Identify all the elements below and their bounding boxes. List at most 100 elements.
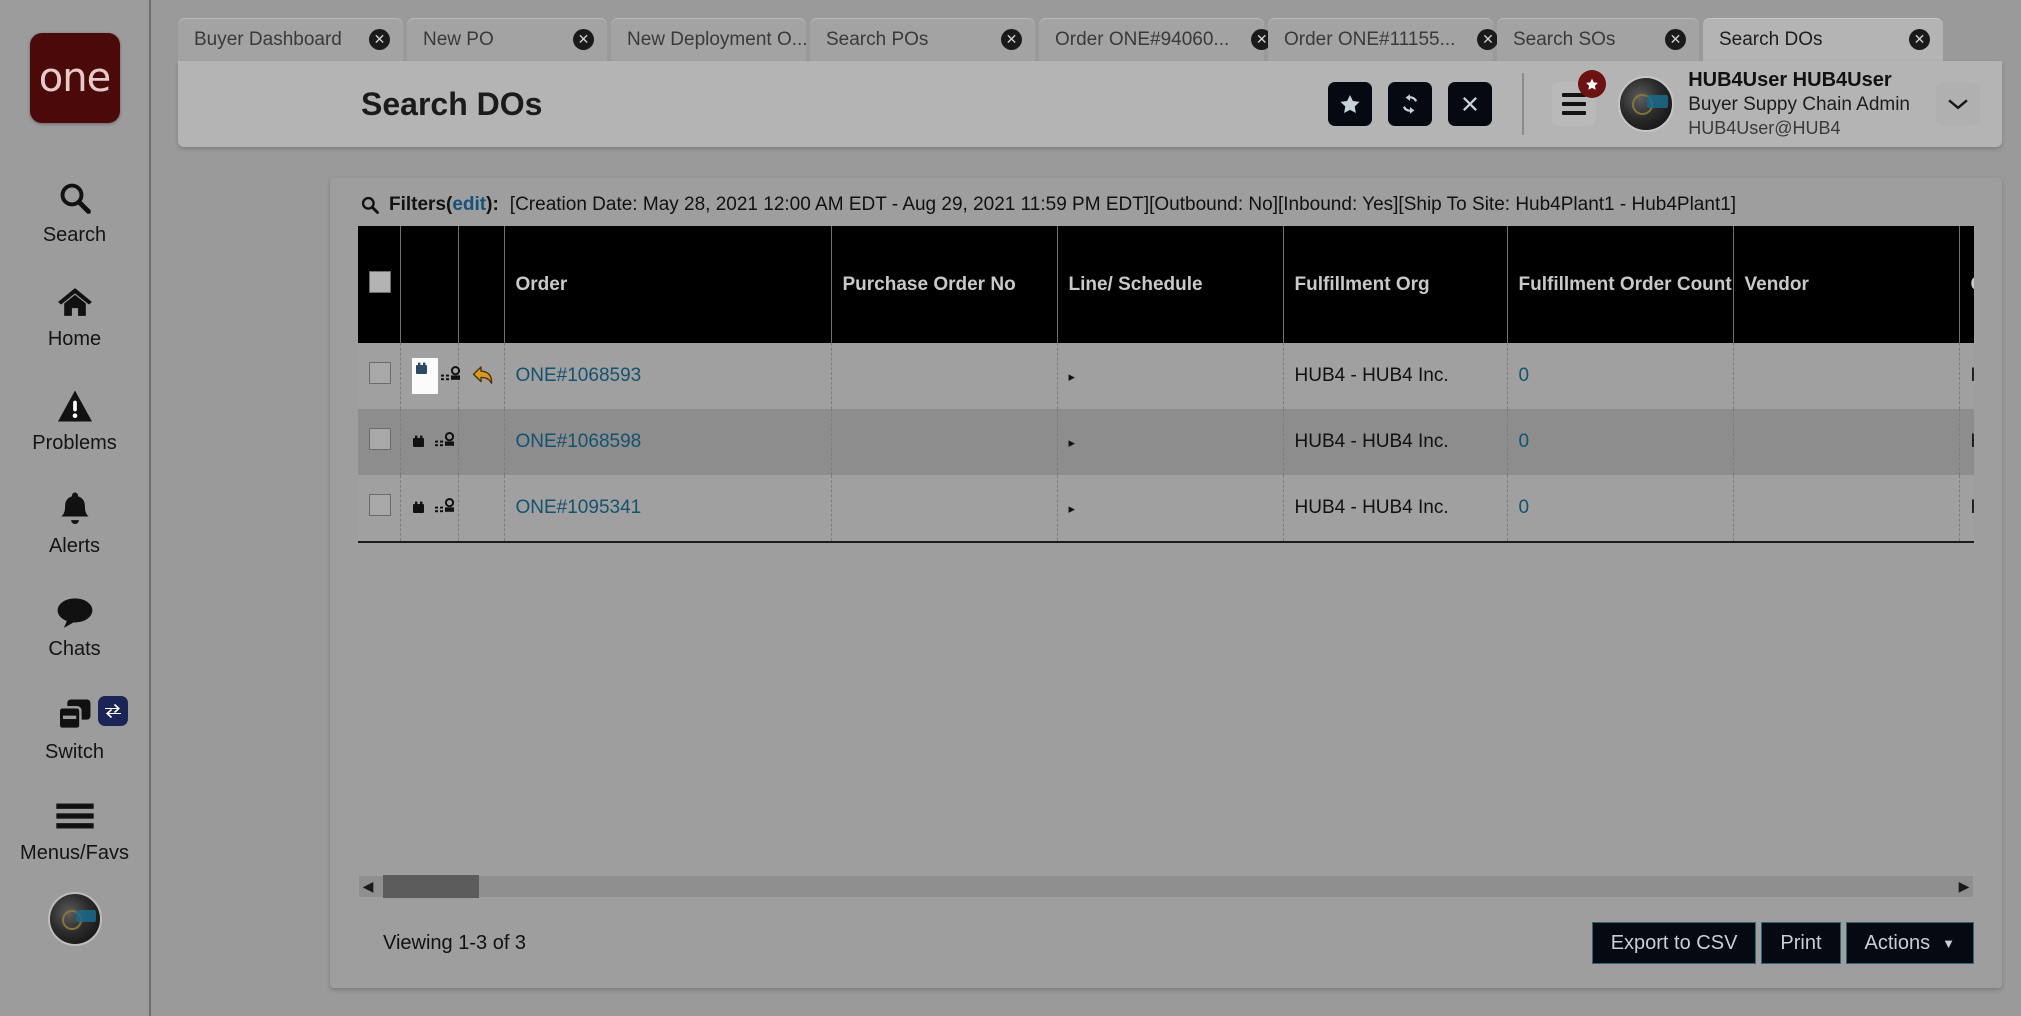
header-actions: HUB4User HUB4User Buyer Suppy Chain Admi… [1328, 68, 2002, 141]
col-order[interactable]: Order [504, 226, 832, 343]
header-divider [1522, 73, 1525, 135]
filters-edit-link[interactable]: edit [452, 194, 486, 216]
col-line-schedule[interactable]: Line/ Schedule [1057, 226, 1284, 343]
row-select-cell[interactable] [358, 343, 401, 409]
star-icon [1339, 94, 1361, 115]
shipment-icon[interactable] [412, 433, 432, 451]
expand-triangle-icon[interactable]: ▸ [1069, 369, 1076, 384]
tab-label: Order ONE#94060... [1055, 28, 1230, 50]
cell-fulfillment-order-count[interactable]: 0 [1507, 343, 1734, 409]
close-button[interactable] [1448, 82, 1493, 126]
table-row[interactable]: ONE#1095341 ▸ HUB4 - HUB4 Inc. 0 HUB4 - … [358, 475, 1974, 541]
col-fulfillment-order-count[interactable]: Fulfillment Order Count [1507, 226, 1734, 343]
page-title: Search DOs [361, 85, 543, 122]
table-bottom-rule [358, 541, 1974, 543]
swap-arrows-icon[interactable] [98, 696, 128, 726]
avatar[interactable] [1618, 76, 1675, 132]
scroll-left-arrow-icon[interactable]: ◀ [359, 878, 377, 895]
row-checkbox[interactable] [369, 494, 391, 516]
tab-label: New PO [423, 28, 494, 50]
scrollbar-thumb[interactable] [383, 875, 479, 898]
tab-new-deployment-order[interactable]: New Deployment O... ✕ [611, 18, 851, 61]
results-table: Order Purchase Order No Line/ Schedule F… [358, 226, 1974, 541]
col-purchase-order-no[interactable]: Purchase Order No [831, 226, 1058, 343]
sidebar-item-switch[interactable]: Switch [0, 692, 150, 763]
order-link[interactable]: ONE#1068593 [516, 365, 642, 386]
export-to-csv-button[interactable]: Export to CSV [1591, 922, 1757, 964]
refresh-button[interactable] [1388, 82, 1433, 126]
cell-fulfillment-order-count[interactable]: 0 [1507, 409, 1734, 475]
scrollbar-track[interactable] [377, 875, 1955, 898]
select-all-checkbox[interactable] [369, 270, 391, 293]
tab-label: New Deployment O... [627, 28, 808, 50]
shipment-icon[interactable] [412, 499, 432, 517]
horizontal-scrollbar[interactable]: ◀ ▶ [358, 875, 1974, 898]
shipment-icon[interactable] [411, 358, 438, 394]
sidebar-item-problems[interactable]: Problems [0, 383, 150, 454]
sidebar-item-chats[interactable]: Chats [0, 589, 150, 660]
expand-triangle-icon[interactable]: ▸ [1069, 501, 1076, 516]
favorite-button[interactable] [1328, 82, 1373, 126]
tab-buyer-dashboard[interactable]: Buyer Dashboard ✕ [178, 18, 403, 61]
tab-search-sos[interactable]: Search SOs ✕ [1497, 18, 1699, 61]
col-fulfillment-org[interactable]: Fulfillment Org [1283, 226, 1508, 343]
tab-close-icon[interactable]: ✕ [1001, 29, 1022, 50]
cell-line-schedule[interactable]: ▸ [1057, 343, 1284, 409]
order-link[interactable]: ONE#1068598 [516, 431, 642, 452]
col-customer[interactable]: Customer [1959, 226, 1974, 343]
user-info: HUB4User HUB4User Buyer Suppy Chain Admi… [1688, 68, 1910, 141]
scroll-right-arrow-icon[interactable]: ▶ [1955, 878, 1973, 895]
order-link[interactable]: ONE#1095341 [516, 497, 642, 518]
details-icon[interactable] [434, 498, 456, 518]
row-select-cell[interactable] [358, 409, 401, 475]
cell-order[interactable]: ONE#1068593 [504, 343, 832, 409]
cell-fulfillment-order-count[interactable]: 0 [1507, 475, 1734, 541]
tab-order-one-94060[interactable]: Order ONE#94060... ✕ [1039, 18, 1273, 61]
row-checkbox[interactable] [369, 362, 391, 384]
row-icons-cell[interactable] [400, 409, 459, 475]
row-checkbox[interactable] [369, 428, 391, 450]
row-flag-cell[interactable] [458, 343, 505, 409]
tab-search-pos[interactable]: Search POs ✕ [810, 18, 1035, 61]
expand-triangle-icon[interactable]: ▸ [1069, 435, 1076, 450]
sidebar-item-home[interactable]: Home [0, 279, 150, 350]
tab-bar: Buyer Dashboard ✕ New PO ✕ New Deploymen… [178, 18, 2021, 61]
tab-order-one-11155[interactable]: Order ONE#11155... ✕ [1268, 18, 1499, 61]
tab-close-icon[interactable]: ✕ [369, 29, 390, 50]
cell-line-schedule[interactable]: ▸ [1057, 409, 1284, 475]
cell-order[interactable]: ONE#1095341 [504, 475, 832, 541]
col-select-all[interactable] [358, 226, 401, 343]
sidebar-item-search[interactable]: Search [0, 175, 150, 246]
tab-search-dos[interactable]: Search DOs ✕ [1703, 18, 1943, 61]
tab-close-icon[interactable]: ✕ [1477, 29, 1499, 50]
app-logo[interactable]: one [29, 33, 120, 123]
tab-close-icon[interactable]: ✕ [573, 29, 594, 50]
row-select-cell[interactable] [358, 475, 401, 541]
sidebar-item-menus-favs[interactable]: Menus/Favs [0, 793, 150, 864]
tab-label: Search DOs [1719, 28, 1823, 50]
tab-close-icon[interactable]: ✕ [1665, 29, 1686, 50]
table-row[interactable]: ONE#1068593 ▸ HUB4 - HUB4 Inc. 0 HUB4 - … [358, 343, 1974, 409]
sidebar-avatar[interactable] [47, 892, 102, 946]
row-icons-cell[interactable] [400, 475, 459, 541]
user-name: HUB4User HUB4User [1688, 68, 1892, 91]
details-icon[interactable] [434, 432, 456, 452]
details-icon[interactable] [440, 366, 462, 386]
print-button[interactable]: Print [1761, 922, 1841, 964]
tab-new-po[interactable]: New PO ✕ [407, 18, 607, 61]
row-icons-cell[interactable] [400, 343, 460, 409]
sidebar-item-alerts[interactable]: Alerts [0, 486, 150, 557]
user-menu-button[interactable] [1936, 82, 1980, 126]
cell-line-schedule[interactable]: ▸ [1057, 475, 1284, 541]
cell-vendor [1733, 409, 1960, 475]
export-label: Export to CSV [1610, 931, 1738, 954]
table-row[interactable]: ONE#1068598 ▸ HUB4 - HUB4 Inc. 0 HUB4 - … [358, 409, 1974, 475]
main-area: Buyer Dashboard ✕ New PO ✕ New Deploymen… [151, 0, 2021, 1016]
tab-close-icon[interactable]: ✕ [1909, 29, 1930, 50]
cell-fulfillment-org: HUB4 - HUB4 Inc. [1283, 475, 1508, 541]
left-sidebar: one Search Home Problems Alerts Chats Sw… [0, 0, 151, 1016]
cell-order[interactable]: ONE#1068598 [504, 409, 832, 475]
undo-arrow-icon[interactable] [470, 364, 504, 388]
col-vendor[interactable]: Vendor [1733, 226, 1960, 343]
actions-button[interactable]: Actions ▼ [1845, 922, 1974, 964]
